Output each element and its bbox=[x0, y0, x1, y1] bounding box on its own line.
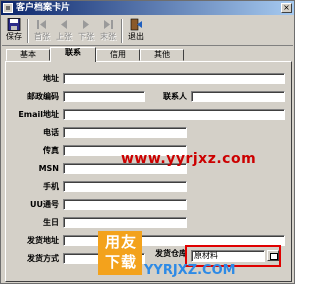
previous-record-button[interactable]: 上张 bbox=[54, 17, 74, 45]
next-record-icon bbox=[83, 20, 89, 29]
close-button[interactable]: × bbox=[281, 3, 292, 13]
msn-label: MSN bbox=[38, 164, 59, 173]
watermark-logo: 用友 下载 bbox=[98, 231, 142, 275]
postcode-input[interactable] bbox=[63, 91, 145, 102]
previous-record-icon bbox=[61, 20, 67, 29]
fax-label: 传真 bbox=[43, 146, 59, 155]
address-label: 地址 bbox=[43, 74, 59, 83]
uu-input[interactable] bbox=[63, 199, 187, 210]
toolbar: 保存 首张 上张 下张 末张 退出 bbox=[2, 16, 293, 46]
save-label: 保存 bbox=[6, 32, 22, 41]
exit-icon bbox=[130, 18, 142, 31]
mobile-label: 手机 bbox=[43, 182, 59, 191]
birthday-label: 生日 bbox=[43, 218, 59, 227]
window-title: 客户档案卡片 bbox=[16, 3, 71, 13]
ship-address-label: 发货地址 bbox=[27, 236, 59, 245]
ship-method-label: 发货方式 bbox=[27, 254, 59, 263]
last-record-icon bbox=[104, 20, 113, 29]
last-record-label: 末张 bbox=[100, 32, 116, 41]
phone-label: 电话 bbox=[43, 128, 59, 137]
email-input[interactable] bbox=[63, 109, 285, 120]
mobile-input[interactable] bbox=[63, 181, 187, 192]
next-record-label: 下张 bbox=[78, 32, 94, 41]
tab-credit[interactable]: 信用 bbox=[96, 49, 140, 61]
phone-input[interactable] bbox=[63, 127, 187, 138]
exit-label: 退出 bbox=[128, 32, 144, 41]
birthday-input[interactable] bbox=[63, 217, 187, 228]
address-input[interactable] bbox=[63, 73, 285, 84]
tab-contact[interactable]: 联系 bbox=[50, 47, 96, 62]
contact-person-label: 联系人 bbox=[163, 92, 187, 101]
tab-other[interactable]: 其他 bbox=[140, 49, 184, 61]
email-label: Email地址 bbox=[18, 110, 59, 119]
customer-card-window: 客户档案卡片 × 保存 首张 上张 下张 末张 退出 基本 联系 信用 其他 地… bbox=[0, 0, 295, 284]
app-icon bbox=[3, 3, 13, 13]
save-icon bbox=[7, 18, 21, 31]
next-record-button[interactable]: 下张 bbox=[76, 17, 96, 45]
contact-person-input[interactable] bbox=[191, 91, 285, 102]
watermark-url: www.yyrjxz.com bbox=[121, 151, 257, 167]
postcode-label: 邮政编码 bbox=[27, 92, 59, 101]
save-button[interactable]: 保存 bbox=[4, 17, 24, 45]
uu-label: UU通号 bbox=[30, 200, 59, 209]
previous-record-label: 上张 bbox=[56, 32, 72, 41]
first-record-icon bbox=[37, 20, 46, 29]
tab-basic[interactable]: 基本 bbox=[6, 49, 50, 61]
watermark-logo-line2: 下载 bbox=[104, 253, 137, 271]
ship-warehouse-label: 发货仓库 bbox=[155, 249, 187, 258]
first-record-label: 首张 bbox=[34, 32, 50, 41]
last-record-button[interactable]: 末张 bbox=[98, 17, 118, 45]
watermark-logo-line1: 用友 bbox=[104, 233, 137, 251]
first-record-button[interactable]: 首张 bbox=[32, 17, 52, 45]
title-bar[interactable]: 客户档案卡片 × bbox=[1, 1, 294, 15]
toolbar-separator bbox=[121, 19, 123, 43]
watermark-bottom-url: YYRJXZ.COM bbox=[144, 263, 236, 278]
exit-button[interactable]: 退出 bbox=[126, 17, 146, 45]
toolbar-separator bbox=[27, 19, 29, 43]
